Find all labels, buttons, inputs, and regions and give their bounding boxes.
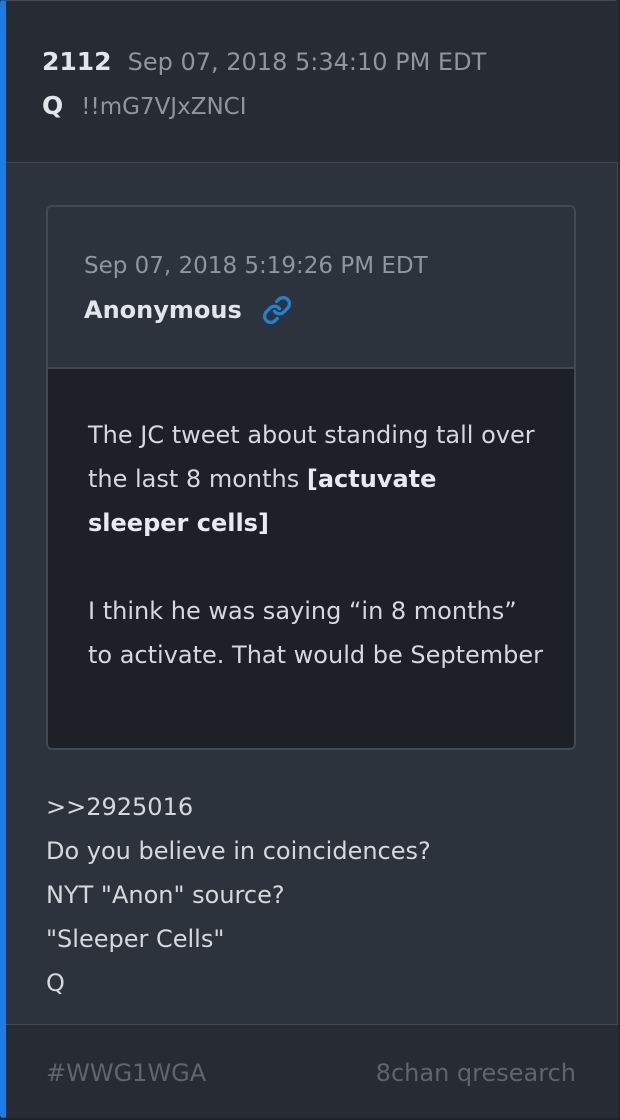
post-number: 2112 xyxy=(42,47,112,76)
post-footer: #WWG1WGA 8chan qresearch xyxy=(6,1024,618,1118)
post-meta-row: 2112 Sep 07, 2018 5:34:10 PM EDT xyxy=(42,47,486,81)
quoted-post-author: Anonymous xyxy=(84,296,242,324)
post-author-row: Q !!mG7VJxZNCI xyxy=(42,91,247,125)
quoted-post: Sep 07, 2018 5:19:26 PM EDT Anonymous Th… xyxy=(46,205,576,750)
hashtag-link[interactable]: #WWG1WGA xyxy=(46,1059,206,1087)
quoted-post-paragraph-1: The JC tweet about standing tall over th… xyxy=(88,413,543,545)
link-icon[interactable] xyxy=(262,295,292,325)
quoted-post-body: The JC tweet about standing tall over th… xyxy=(88,413,543,677)
post-header: 2112 Sep 07, 2018 5:34:10 PM EDT Q !!mG7… xyxy=(6,1,618,163)
post-tripcode: !!mG7VJxZNCI xyxy=(81,94,247,120)
post-body-line: NYT "Anon" source? xyxy=(46,881,285,909)
quoted-post-timestamp: Sep 07, 2018 5:19:26 PM EDT xyxy=(84,253,428,279)
post-author: Q xyxy=(42,91,64,120)
post-body-line: Do you believe in coincidences? xyxy=(46,837,431,865)
quoted-post-header: Sep 07, 2018 5:19:26 PM EDT Anonymous xyxy=(48,207,574,369)
quoted-post-paragraph-2: I think he was saying “in 8 months” to a… xyxy=(88,597,544,669)
post-signature: Q xyxy=(46,969,65,997)
source-link[interactable]: 8chan qresearch xyxy=(376,1059,576,1087)
reply-reference-link[interactable]: >>2925016 xyxy=(46,785,586,829)
post-timestamp: Sep 07, 2018 5:34:10 PM EDT xyxy=(127,48,487,76)
quoted-post-author-row: Anonymous xyxy=(84,295,292,325)
post-body: >>2925016 Do you believe in coincidences… xyxy=(46,785,586,1005)
post-card: 2112 Sep 07, 2018 5:34:10 PM EDT Q !!mG7… xyxy=(0,0,618,1118)
post-body-line: "Sleeper Cells" xyxy=(46,925,225,953)
